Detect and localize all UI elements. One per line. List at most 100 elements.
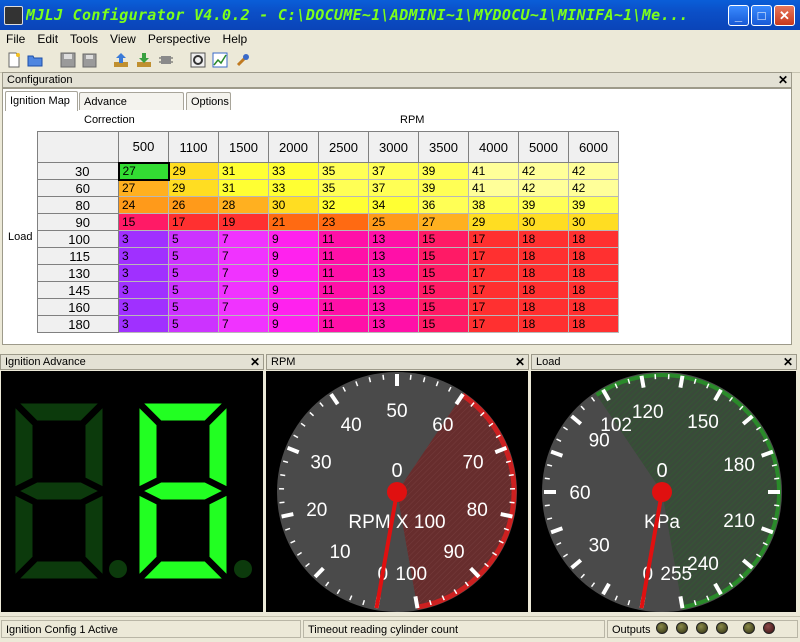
save-all-icon[interactable] [81, 52, 97, 68]
map-cell[interactable]: 31 [219, 163, 269, 180]
close-ignition-advance-icon[interactable]: ✕ [250, 355, 260, 369]
map-cell[interactable]: 17 [169, 214, 219, 231]
map-cell[interactable]: 15 [419, 231, 469, 248]
map-cell[interactable]: 27 [119, 180, 169, 197]
map-cell[interactable]: 15 [419, 299, 469, 316]
tab-advance-correction[interactable]: Advance Correction [79, 92, 184, 110]
menu-tools[interactable]: Tools [64, 30, 104, 46]
map-cell[interactable]: 41 [469, 163, 519, 180]
map-cell[interactable]: 37 [369, 163, 419, 180]
chart-icon[interactable] [212, 52, 228, 68]
close-load-icon[interactable]: ✕ [783, 355, 793, 369]
wrench-icon[interactable] [235, 52, 251, 68]
map-cell[interactable]: 36 [419, 197, 469, 214]
map-cell[interactable]: 17 [469, 316, 519, 333]
map-cell[interactable]: 13 [369, 316, 419, 333]
tab-options[interactable]: Options [186, 92, 231, 110]
map-cell[interactable]: 15 [419, 265, 469, 282]
map-cell[interactable]: 18 [519, 231, 569, 248]
open-folder-icon[interactable] [27, 52, 43, 68]
map-cell[interactable]: 18 [569, 248, 619, 265]
map-cell[interactable]: 18 [519, 282, 569, 299]
map-cell[interactable]: 33 [269, 163, 319, 180]
map-cell[interactable]: 37 [369, 180, 419, 197]
map-cell[interactable]: 7 [219, 265, 269, 282]
map-cell[interactable]: 7 [219, 316, 269, 333]
menu-view[interactable]: View [104, 30, 142, 46]
close-button[interactable]: ✕ [774, 5, 795, 26]
map-cell[interactable]: 15 [419, 248, 469, 265]
map-cell[interactable]: 24 [119, 197, 169, 214]
map-cell[interactable]: 3 [119, 299, 169, 316]
map-cell[interactable]: 5 [169, 282, 219, 299]
map-cell[interactable]: 17 [469, 231, 519, 248]
map-cell[interactable]: 15 [419, 316, 469, 333]
map-cell[interactable]: 5 [169, 299, 219, 316]
map-cell[interactable]: 27 [419, 214, 469, 231]
map-cell[interactable]: 29 [169, 163, 219, 180]
map-cell[interactable]: 17 [469, 299, 519, 316]
settings-icon[interactable] [190, 52, 206, 68]
maximize-button[interactable]: □ [751, 5, 772, 26]
minimize-button[interactable]: _ [728, 5, 749, 26]
map-cell[interactable]: 9 [269, 282, 319, 299]
new-file-icon[interactable] [6, 52, 22, 68]
map-cell[interactable]: 13 [369, 299, 419, 316]
map-cell[interactable]: 21 [269, 214, 319, 231]
map-cell[interactable]: 18 [569, 316, 619, 333]
map-cell[interactable]: 42 [569, 163, 619, 180]
map-cell[interactable]: 11 [319, 316, 369, 333]
map-cell[interactable]: 18 [519, 316, 569, 333]
menu-help[interactable]: Help [217, 30, 254, 46]
map-cell[interactable]: 39 [569, 197, 619, 214]
map-cell[interactable]: 32 [319, 197, 369, 214]
map-cell[interactable]: 39 [519, 197, 569, 214]
save-icon[interactable] [60, 52, 76, 68]
map-cell[interactable]: 29 [169, 180, 219, 197]
map-cell[interactable]: 13 [369, 248, 419, 265]
map-cell[interactable]: 5 [169, 248, 219, 265]
map-cell[interactable]: 18 [569, 265, 619, 282]
upload-icon[interactable] [113, 52, 129, 68]
map-cell[interactable]: 3 [119, 282, 169, 299]
map-cell[interactable]: 18 [519, 248, 569, 265]
map-cell[interactable]: 11 [319, 248, 369, 265]
download-icon[interactable] [136, 52, 152, 68]
map-cell[interactable]: 18 [519, 265, 569, 282]
map-cell[interactable]: 18 [569, 231, 619, 248]
menu-perspective[interactable]: Perspective [142, 30, 217, 46]
map-cell[interactable]: 9 [269, 265, 319, 282]
map-cell[interactable]: 19 [219, 214, 269, 231]
map-cell[interactable]: 34 [369, 197, 419, 214]
map-cell[interactable]: 7 [219, 231, 269, 248]
map-cell[interactable]: 9 [269, 316, 319, 333]
map-cell[interactable]: 17 [469, 282, 519, 299]
map-cell[interactable]: 7 [219, 282, 269, 299]
close-configuration-icon[interactable]: ✕ [778, 73, 788, 87]
map-cell[interactable]: 35 [319, 180, 369, 197]
map-cell[interactable]: 39 [419, 163, 469, 180]
map-cell[interactable]: 35 [319, 163, 369, 180]
map-cell[interactable]: 18 [569, 299, 619, 316]
map-cell[interactable]: 17 [469, 265, 519, 282]
map-cell[interactable]: 41 [469, 180, 519, 197]
map-cell[interactable]: 42 [569, 180, 619, 197]
map-cell[interactable]: 9 [269, 248, 319, 265]
map-cell[interactable]: 27 [119, 163, 169, 180]
map-cell[interactable]: 15 [419, 282, 469, 299]
map-cell[interactable]: 9 [269, 231, 319, 248]
map-cell[interactable]: 5 [169, 265, 219, 282]
map-cell[interactable]: 13 [369, 265, 419, 282]
map-cell[interactable]: 39 [419, 180, 469, 197]
map-cell[interactable]: 18 [519, 299, 569, 316]
map-cell[interactable]: 26 [169, 197, 219, 214]
map-cell[interactable]: 23 [319, 214, 369, 231]
map-cell[interactable]: 28 [219, 197, 269, 214]
map-cell[interactable]: 25 [369, 214, 419, 231]
map-cell[interactable]: 18 [569, 282, 619, 299]
menu-edit[interactable]: Edit [31, 30, 64, 46]
chip-icon[interactable] [158, 52, 174, 68]
map-cell[interactable]: 33 [269, 180, 319, 197]
map-cell[interactable]: 7 [219, 248, 269, 265]
map-cell[interactable]: 31 [219, 180, 269, 197]
